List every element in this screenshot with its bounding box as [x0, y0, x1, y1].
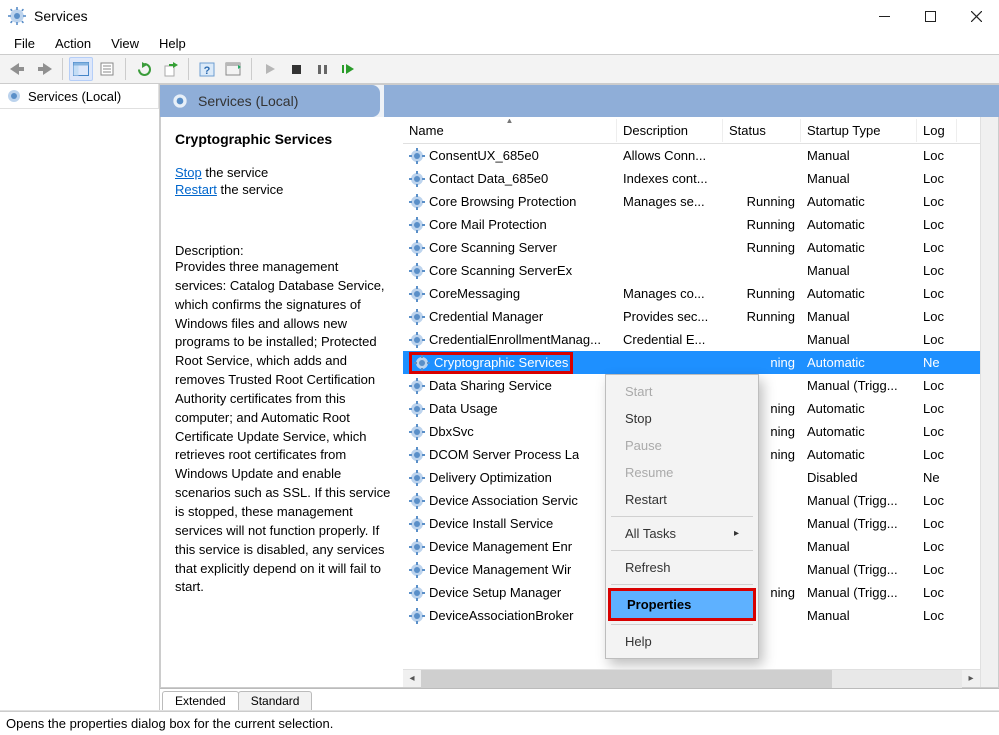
menu-view[interactable]: View	[101, 34, 149, 53]
description-body: Provides three management services: Cata…	[175, 258, 393, 597]
menu-bar: File Action View Help	[0, 32, 999, 54]
table-row[interactable]: Core Scanning ServerExManualLoc	[403, 259, 980, 282]
scroll-right-icon[interactable]: ▸	[962, 670, 980, 688]
scroll-thumb[interactable]	[421, 670, 832, 688]
horizontal-scrollbar[interactable]: ◂ ▸	[403, 669, 980, 687]
chevron-right-icon: ▸	[734, 528, 739, 539]
description-label: Description:	[175, 243, 393, 258]
gear-icon	[170, 91, 190, 111]
gear-icon	[6, 88, 22, 104]
show-hide-tree-icon[interactable]	[69, 57, 93, 81]
cm-restart[interactable]: Restart	[609, 486, 755, 513]
table-row[interactable]: Core Browsing ProtectionManages se...Run…	[403, 190, 980, 213]
services-icon	[8, 7, 26, 25]
col-description[interactable]: Description	[617, 119, 723, 142]
window-title: Services	[34, 8, 861, 24]
service-list: Name ▲ Description Status Startup Type L…	[403, 117, 980, 687]
maximize-button[interactable]	[907, 0, 953, 32]
table-row[interactable]: Core Mail ProtectionRunningAutomaticLoc	[403, 213, 980, 236]
col-logon[interactable]: Log	[917, 119, 957, 142]
tree-item-label: Services (Local)	[28, 89, 121, 104]
svg-text:?: ?	[204, 65, 211, 77]
col-status[interactable]: Status	[723, 119, 801, 142]
table-row[interactable]: Core Scanning ServerRunningAutomaticLoc	[403, 236, 980, 259]
tab-standard[interactable]: Standard	[238, 691, 313, 710]
pause-icon[interactable]	[310, 57, 334, 81]
cm-stop[interactable]: Stop	[609, 405, 755, 432]
status-bar: Opens the properties dialog box for the …	[0, 711, 999, 735]
refresh-icon[interactable]	[132, 57, 156, 81]
table-row[interactable]: Contact Data_685e0Indexes cont...ManualL…	[403, 167, 980, 190]
stop-link[interactable]: Stop	[175, 165, 202, 180]
title-bar: Services	[0, 0, 999, 32]
tab-extended[interactable]: Extended	[162, 691, 239, 710]
cm-refresh[interactable]: Refresh	[609, 554, 755, 581]
play-icon[interactable]	[258, 57, 282, 81]
properties-icon[interactable]	[95, 57, 119, 81]
minimize-button[interactable]	[861, 0, 907, 32]
detail-pane: Services (Local) Cryptographic Services …	[160, 84, 999, 710]
cm-start: Start	[609, 378, 755, 405]
vertical-scrollbar[interactable]	[980, 117, 998, 687]
selected-service-title: Cryptographic Services	[175, 131, 393, 147]
sort-ascending-icon: ▲	[506, 119, 514, 125]
restart-link[interactable]: Restart	[175, 182, 217, 197]
context-menu: Start Stop Pause Resume Restart All Task…	[605, 374, 759, 659]
detail-header-title: Services (Local)	[198, 93, 298, 109]
list-rows: ConsentUX_685e0Allows Conn...ManualLocCo…	[403, 144, 980, 669]
cm-pause: Pause	[609, 432, 755, 459]
tree-item-services-local[interactable]: Services (Local)	[0, 84, 159, 109]
col-name[interactable]: Name ▲	[403, 119, 617, 142]
cm-properties[interactable]: Properties	[611, 591, 753, 618]
cm-all-tasks[interactable]: All Tasks▸	[609, 520, 755, 547]
help-icon[interactable]: ?	[195, 57, 219, 81]
table-row[interactable]: Cryptographic ServicesningAutomaticNe	[403, 351, 980, 374]
col-startup[interactable]: Startup Type	[801, 119, 917, 142]
back-icon[interactable]	[6, 57, 30, 81]
info-pane: Cryptographic Services Stop the service …	[161, 117, 403, 687]
menu-help[interactable]: Help	[149, 34, 196, 53]
list-header: Name ▲ Description Status Startup Type L…	[403, 117, 980, 144]
table-row[interactable]: Credential ManagerProvides sec...Running…	[403, 305, 980, 328]
table-row[interactable]: ConsentUX_685e0Allows Conn...ManualLoc	[403, 144, 980, 167]
cm-resume: Resume	[609, 459, 755, 486]
detail-header: Services (Local)	[160, 85, 380, 117]
main-area: Services (Local) Services (Local) Crypto…	[0, 84, 999, 711]
close-button[interactable]	[953, 0, 999, 32]
filter-icon[interactable]	[221, 57, 245, 81]
tree-pane: Services (Local)	[0, 84, 160, 710]
restart-icon[interactable]	[336, 57, 360, 81]
table-row[interactable]: CoreMessagingManages co...RunningAutomat…	[403, 282, 980, 305]
menu-action[interactable]: Action	[45, 34, 101, 53]
scroll-left-icon[interactable]: ◂	[403, 670, 421, 688]
toolbar: ?	[0, 54, 999, 84]
stop-icon[interactable]	[284, 57, 308, 81]
tab-strip: Extended Standard	[160, 688, 999, 710]
forward-icon[interactable]	[32, 57, 56, 81]
menu-file[interactable]: File	[4, 34, 45, 53]
export-icon[interactable]	[158, 57, 182, 81]
cm-help[interactable]: Help	[609, 628, 755, 655]
